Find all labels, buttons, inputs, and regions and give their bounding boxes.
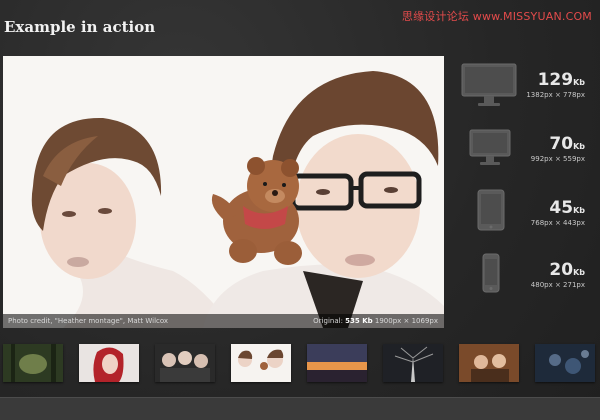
- group-portrait-thumbnail[interactable]: [155, 344, 215, 382]
- original-dims: 1900px × 1069px: [374, 317, 438, 325]
- laptop-monitor-icon: [469, 129, 511, 165]
- size-unit: Kb: [573, 78, 585, 87]
- device-size-desktop: 129Kb 1382px × 778px: [526, 70, 585, 99]
- device-size-list: 129Kb 1382px × 778px 70Kb 992px × 559px …: [455, 60, 595, 310]
- size-dimensions: 480px × 271px: [530, 281, 585, 289]
- size-value: 45: [549, 198, 574, 218]
- phone-icon: [482, 253, 500, 293]
- size-unit: Kb: [573, 206, 585, 215]
- size-dimensions: 1382px × 778px: [526, 91, 585, 99]
- size-value: 70: [549, 134, 574, 154]
- forest-thumbnail[interactable]: [3, 344, 63, 382]
- dark-tree-thumbnail[interactable]: [383, 344, 443, 382]
- couple-thumbnail[interactable]: [459, 344, 519, 382]
- heather-montage-thumbnail[interactable]: [231, 344, 291, 382]
- footer-bar: [0, 397, 600, 420]
- original-size: 535 Kb: [345, 317, 373, 325]
- device-size-tablet: 45Kb 768px × 443px: [531, 198, 585, 227]
- device-row-tablet[interactable]: 45Kb 768px × 443px: [455, 188, 595, 248]
- hero-photo-illustration: [3, 56, 444, 328]
- original-info: Original: 535 Kb 1900px × 1069px: [313, 314, 438, 328]
- size-value: 129: [537, 70, 574, 90]
- device-size-phone: 20Kb 480px × 271px: [531, 260, 585, 289]
- red-hair-woman-thumbnail[interactable]: [79, 344, 139, 382]
- device-row-laptop[interactable]: 70Kb 992px × 559px: [455, 124, 595, 184]
- tablet-icon: [477, 189, 505, 231]
- watermark-text: 思缘设计论坛 www.MISSYUAN.COM: [401, 10, 592, 23]
- size-unit: Kb: [573, 142, 585, 151]
- device-size-laptop: 70Kb 992px × 559px: [531, 134, 585, 163]
- section-title: Example in action: [4, 18, 156, 36]
- size-unit: Kb: [573, 268, 585, 277]
- size-dimensions: 992px × 559px: [530, 155, 585, 163]
- size-value: 20: [549, 260, 574, 280]
- hero-caption-bar: Photo credit, "Heather montage", Matt Wi…: [3, 314, 444, 328]
- sunset-thumbnail[interactable]: [307, 344, 367, 382]
- bokeh-thumbnail[interactable]: [535, 344, 595, 382]
- hero-image[interactable]: Photo credit, "Heather montage", Matt Wi…: [3, 56, 444, 328]
- photo-credit: Photo credit, "Heather montage", Matt Wi…: [8, 317, 169, 325]
- size-dimensions: 768px × 443px: [530, 219, 585, 227]
- device-row-phone[interactable]: 20Kb 480px × 271px: [455, 250, 595, 310]
- original-label: Original:: [313, 317, 343, 325]
- desktop-monitor-icon: [461, 63, 517, 106]
- thumbnail-strip: [0, 344, 600, 384]
- device-row-desktop[interactable]: 129Kb 1382px × 778px: [455, 60, 595, 120]
